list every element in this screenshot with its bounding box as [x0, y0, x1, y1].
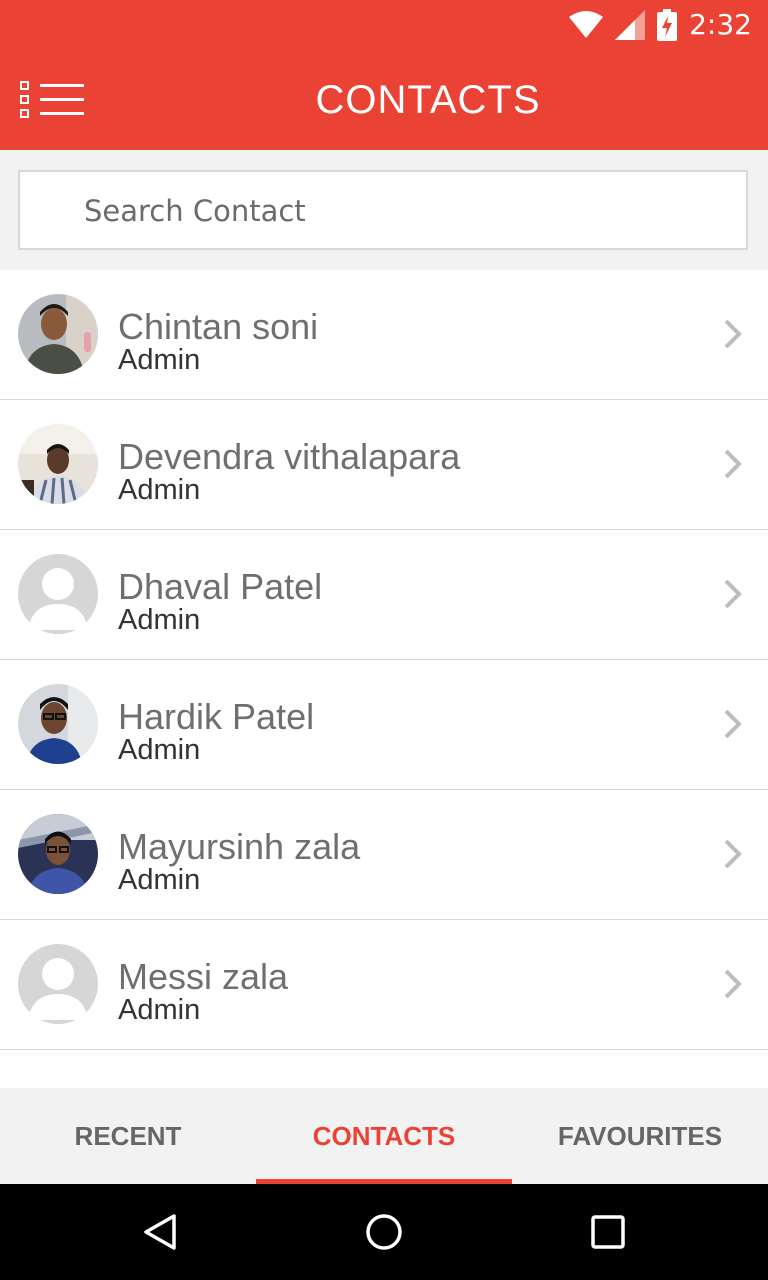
contact-role: Admin	[118, 344, 201, 376]
app-bar: CONTACTS	[0, 50, 768, 150]
chevron-right-icon	[724, 449, 742, 479]
search-box[interactable]	[18, 170, 748, 250]
chevron-right-icon	[724, 839, 742, 869]
chevron-right-icon	[724, 319, 742, 349]
tab-contacts[interactable]: CONTACTS	[256, 1088, 512, 1184]
wifi-icon	[569, 11, 604, 38]
contact-row[interactable]: Devendra vithalapara Admin	[0, 400, 768, 530]
back-icon[interactable]	[140, 1212, 180, 1252]
search-input[interactable]	[82, 172, 726, 250]
contact-row[interactable]: Hardik Patel Admin	[0, 660, 768, 790]
contact-name: Mayursinh zala	[118, 826, 361, 867]
contact-role: Admin	[118, 474, 201, 506]
recents-icon[interactable]	[588, 1212, 628, 1252]
status-time: 2:32	[689, 8, 752, 41]
page-title: CONTACTS	[315, 77, 541, 122]
search-area	[0, 150, 768, 270]
contact-row[interactable]: Dhaval Patel Admin	[0, 530, 768, 660]
chevron-right-icon	[724, 709, 742, 739]
contact-name: Dhaval Patel	[118, 566, 323, 607]
tab-favourites[interactable]: FAVOURITES	[512, 1088, 768, 1184]
bottom-tab-bar: RECENT CONTACTS FAVOURITES	[0, 1088, 768, 1184]
system-nav-bar	[0, 1184, 768, 1280]
contact-list: Chintan soni Admin Devendra vithalapara …	[0, 270, 768, 1050]
status-icons: 2:32	[569, 8, 752, 42]
avatar	[18, 684, 98, 764]
home-icon[interactable]	[364, 1212, 404, 1252]
avatar	[18, 814, 98, 894]
avatar	[18, 294, 98, 374]
contact-role: Admin	[118, 994, 201, 1026]
contact-role: Admin	[118, 604, 201, 636]
avatar	[18, 424, 98, 504]
tab-recent[interactable]: RECENT	[0, 1088, 256, 1184]
status-bar: 2:32	[0, 0, 768, 50]
contact-name: Hardik Patel	[118, 696, 315, 737]
contact-role: Admin	[118, 734, 201, 766]
contact-name: Devendra vithalapara	[118, 436, 461, 477]
avatar	[18, 554, 98, 634]
contact-row[interactable]: Messi zala Admin	[0, 920, 768, 1050]
contact-name: Messi zala	[118, 956, 289, 997]
avatar	[18, 944, 98, 1024]
chevron-right-icon	[724, 579, 742, 609]
signal-icon	[615, 10, 646, 40]
contact-row[interactable]: Chintan soni Admin	[0, 270, 768, 400]
contact-name: Chintan soni	[118, 306, 319, 347]
battery-charging-icon	[657, 9, 678, 41]
chevron-right-icon	[724, 969, 742, 999]
contact-row[interactable]: Mayursinh zala Admin	[0, 790, 768, 920]
contact-role: Admin	[118, 864, 201, 896]
